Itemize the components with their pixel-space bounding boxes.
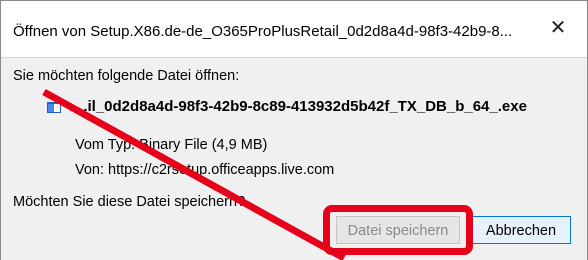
close-icon[interactable]: ✕ (547, 17, 569, 39)
cancel-button[interactable]: Abbrechen (471, 216, 571, 244)
save-question-label: Möchten Sie diese Datei speichern? (13, 194, 246, 210)
prompt-label: Sie möchten folgende Datei öffnen: (13, 68, 240, 84)
file-icon (47, 102, 61, 113)
save-file-button[interactable]: Datei speichern (336, 216, 460, 244)
dialog-content: Sie möchten folgende Datei öffnen: ...il… (1, 57, 587, 260)
file-name: ...il_0d2d8a4d-98f3-42b9-8c89-413932d5b4… (75, 98, 527, 115)
file-source-label: Von: https://c2rsetup.officeapps.live.co… (75, 162, 335, 178)
download-dialog: Öffnen von Setup.X86.de-de_O365ProPlusRe… (0, 0, 588, 260)
file-type-label: Vom Typ: Binary File (4,9 MB) (75, 137, 268, 153)
window-title: Öffnen von Setup.X86.de-de_O365ProPlusRe… (13, 23, 513, 40)
title-bar: Öffnen von Setup.X86.de-de_O365ProPlusRe… (1, 1, 587, 57)
